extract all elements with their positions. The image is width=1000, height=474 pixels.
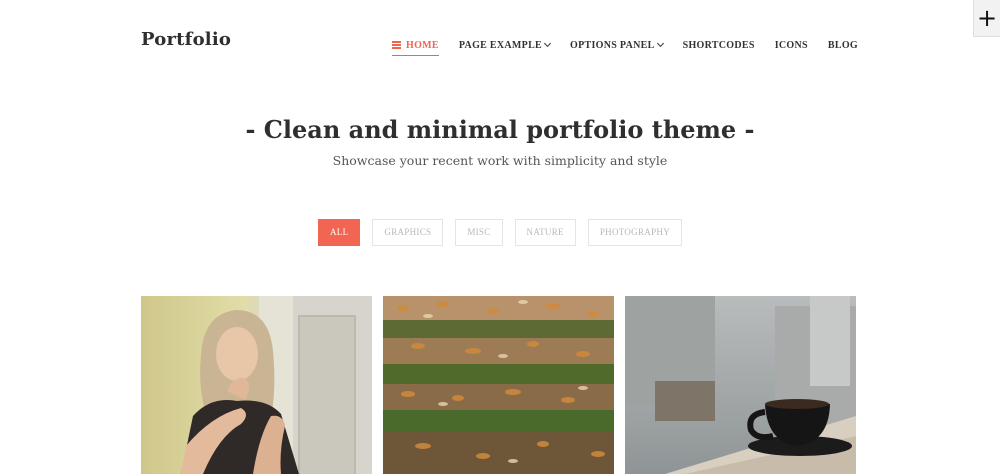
portfolio-item[interactable]	[383, 296, 614, 474]
nav-item-options-panel[interactable]: OPTIONS PANEL	[570, 38, 664, 52]
portfolio-item[interactable]	[141, 296, 372, 474]
main-nav: HOME PAGE EXAMPLE OPTIONS PANEL SHORTCOD…	[372, 34, 858, 56]
filter-all[interactable]: ALL	[317, 219, 361, 246]
hero-subtitle: Showcase your recent work with simplicit…	[332, 153, 668, 168]
nav-item-home[interactable]: HOME	[392, 38, 439, 56]
filter-nature[interactable]: NATURE	[514, 219, 576, 246]
site-logo[interactable]: Portfolio	[141, 29, 231, 50]
nav-item-blog[interactable]: BLOG	[828, 38, 858, 52]
nav-item-label: BLOG	[827, 39, 858, 51]
chevron-down-icon	[543, 39, 552, 47]
portfolio-grid	[141, 296, 856, 474]
filter-misc[interactable]: MISC	[455, 219, 503, 246]
nav-item-page-example[interactable]: PAGE EXAMPLE	[458, 38, 552, 52]
coffee-cup-photo	[625, 296, 856, 474]
chevron-down-icon	[656, 39, 664, 47]
portfolio-filters: ALL GRAPHICS MISC NATURE PHOTOGRAPHY	[0, 219, 1000, 246]
autumn-leaves-steps-photo	[383, 296, 614, 474]
nav-item-label: ICONS	[774, 39, 808, 51]
nav-item-shortcodes[interactable]: SHORTCODES	[683, 38, 755, 52]
woman-portrait-photo	[141, 296, 372, 474]
menu-icon	[392, 40, 401, 51]
nav-item-icons[interactable]: ICONS	[775, 38, 808, 52]
hero-title: - Clean and minimal portfolio theme -	[245, 115, 755, 144]
filter-photography[interactable]: PHOTOGRAPHY	[587, 219, 682, 246]
nav-item-label: OPTIONS PANEL	[570, 39, 655, 51]
nav-item-label: SHORTCODES	[682, 39, 755, 51]
portfolio-item[interactable]	[625, 296, 856, 474]
nav-item-label: HOME	[406, 39, 439, 51]
nav-item-label: PAGE EXAMPLE	[458, 39, 543, 51]
options-toggle-button[interactable]: +	[973, 0, 1000, 37]
plus-icon: +	[976, 4, 998, 32]
filter-graphics[interactable]: GRAPHICS	[372, 219, 444, 246]
